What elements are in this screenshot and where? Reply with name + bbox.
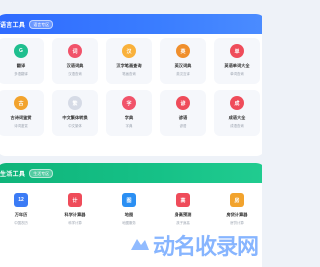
page: 语言工具 语言专区 G 翻译 多语翻译词汉语词典 汉语查询汉汉字笔画查询 笔画查询英英汉… xyxy=(0,0,262,267)
tool-desc: 房贷计算 xyxy=(230,221,244,225)
tool-desc: 中文繁体 xyxy=(68,124,82,128)
translate-icon: G xyxy=(14,44,28,58)
tool-desc: 字典 xyxy=(125,124,133,128)
map-icon: 图 xyxy=(122,193,136,207)
proverb-icon: 谚 xyxy=(176,96,190,110)
section-badge: 生活专区 xyxy=(29,168,54,178)
tool-name: 字典 xyxy=(124,115,134,120)
char-dict-icon: 字 xyxy=(122,96,136,110)
tool-desc: 科学计算 xyxy=(68,221,82,225)
section-title: 生活工具 xyxy=(0,171,26,178)
poem-icon: 古 xyxy=(14,96,28,110)
tool-desc: 汉语查询 xyxy=(68,72,82,76)
words-icon: 单 xyxy=(230,44,244,58)
tool-desc: 成语查询 xyxy=(230,124,244,128)
watermark-text: 动名收录网 xyxy=(152,234,259,259)
life-tools-banner: 生活工具 生活专区 xyxy=(0,163,262,183)
tool-name: 中文繁体转换 xyxy=(62,115,88,120)
tool-tile[interactable]: 繁中文繁体转换 中文繁体 xyxy=(52,90,98,136)
dictionary-icon: 词 xyxy=(68,44,82,58)
english-icon: 英 xyxy=(176,44,190,58)
tool-name: 科学计算器 xyxy=(64,212,86,217)
tool-desc: 单词查询 xyxy=(230,72,244,76)
language-tools-banner: 语言工具 语言专区 xyxy=(0,14,262,34)
tool-name: 成语大全 xyxy=(228,115,246,120)
tool-desc: 诗词鉴赏 xyxy=(14,124,28,128)
tool-tile[interactable]: 字字典 字典 xyxy=(106,90,152,136)
tool-name: 汉字笔画查询 xyxy=(116,63,142,68)
tool-desc: 地图服务 xyxy=(122,221,136,225)
tool-desc: 谚语 xyxy=(179,124,187,128)
tool-name: 翻译 xyxy=(16,63,26,68)
tool-tile[interactable]: 词汉语词典 汉语查询 xyxy=(52,38,98,84)
tool-tile[interactable]: 房房贷计算器房贷计算 xyxy=(214,187,260,233)
idiom-icon: 成 xyxy=(230,96,244,110)
tool-name: 古诗词鉴赏 xyxy=(10,115,32,120)
traditional-icon: 繁 xyxy=(68,96,82,110)
section-badge: 语言专区 xyxy=(29,19,54,29)
tool-desc: 英汉互译 xyxy=(176,72,190,76)
calculator-icon: 计 xyxy=(68,193,82,207)
language-tools-section: 语言工具 语言专区 G 翻译 多语翻译词汉语词典 汉语查询汉汉字笔画查询 笔画查询英英汉… xyxy=(0,14,262,156)
tool-desc: 笔画查询 xyxy=(122,72,136,76)
tool-tile[interactable]: 12 万年历中国农历 xyxy=(0,187,44,233)
tool-name: 汉语词典 xyxy=(66,63,84,68)
tool-tile[interactable]: G 翻译多语翻译 xyxy=(0,38,44,84)
tool-name: 身高预测 xyxy=(174,212,192,217)
tool-desc: 中国农历 xyxy=(14,221,28,225)
watermark: 动名收录网 xyxy=(129,229,259,261)
stroke-icon: 汉 xyxy=(122,44,136,58)
tool-desc: 多语翻译 xyxy=(14,72,28,76)
calendar-icon: 12 xyxy=(14,193,28,207)
tool-name: 地图 xyxy=(124,212,134,217)
watermark-logo-icon xyxy=(130,239,149,250)
tool-tile[interactable]: 计科学计算器科学计算 xyxy=(52,187,98,233)
tool-tile[interactable]: 谚谚语 谚语 xyxy=(160,90,206,136)
tool-tile[interactable]: 英英汉词典 英汉互译 xyxy=(160,38,206,84)
tool-tile[interactable]: 汉汉字笔画查询 笔画查询 xyxy=(106,38,152,84)
tool-name: 房贷计算器 xyxy=(226,212,248,217)
tool-name: 英汉词典 xyxy=(174,63,192,68)
section-title: 语言工具 xyxy=(0,22,26,29)
mortgage-icon: 房 xyxy=(230,193,244,207)
tool-name: 英语单词大全 xyxy=(224,63,250,68)
tool-name: 谚语 xyxy=(178,115,188,120)
height-icon: 高 xyxy=(176,193,190,207)
tool-tile[interactable]: 单英语单词大全 单词查询 xyxy=(214,38,260,84)
tool-tile[interactable]: 古古诗词鉴赏诗词鉴赏 xyxy=(0,90,44,136)
tool-tile[interactable]: 成成语大全 成语查询 xyxy=(214,90,260,136)
tool-desc: 孩子身高 xyxy=(176,221,190,225)
tool-tile[interactable]: 图地图 地图服务 xyxy=(106,187,152,233)
tool-tile[interactable]: 高身高预测 孩子身高 xyxy=(160,187,206,233)
tool-name: 万年历 xyxy=(14,212,28,217)
